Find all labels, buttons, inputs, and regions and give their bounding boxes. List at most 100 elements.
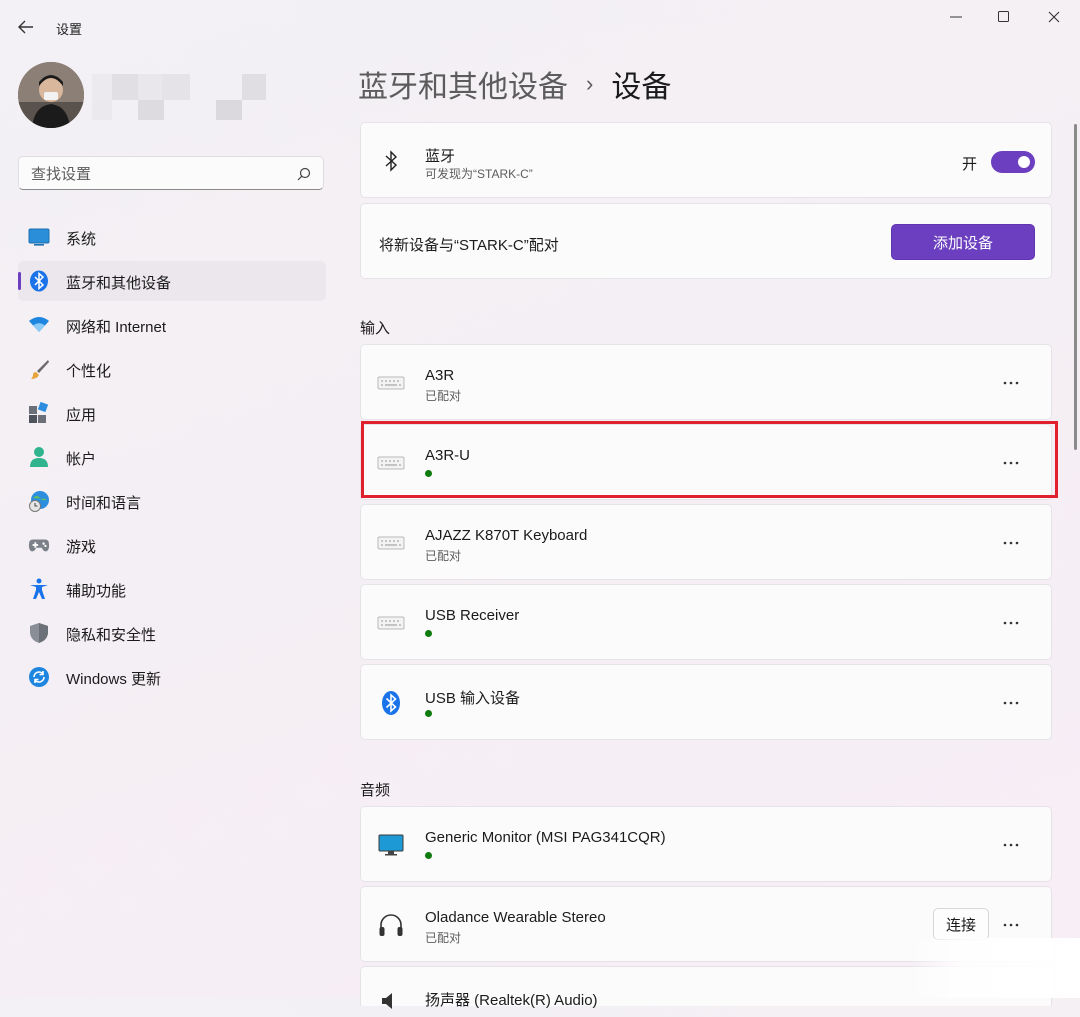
apps-icon [28,402,50,424]
sidebar-item-label: 辅助功能 [66,583,127,600]
corner-fade [910,938,1080,998]
bluetooth-subtitle: 可发现为“STARK-C” [425,167,533,181]
more-icon [1003,541,1019,545]
minimize-button[interactable] [932,0,980,34]
device-name: A3R [425,367,455,384]
device-name: A3R-U [425,447,471,464]
device-name: USB Receiver [425,607,520,624]
sidebar-item-label: 时间和语言 [66,495,142,512]
device-card-a3r[interactable]: A3R 已配对 [360,344,1052,420]
update-icon [28,666,50,688]
avatar[interactable] [18,62,84,128]
speaker-icon [375,985,407,1017]
maximize-icon [998,11,1009,22]
sidebar-item-label: 个性化 [66,363,112,380]
more-options-button[interactable] [999,451,1023,475]
maximize-button[interactable] [980,0,1028,34]
device-status: 已配对 [425,389,462,403]
more-icon [1003,923,1019,927]
account-icon [28,446,50,468]
more-options-button[interactable] [999,833,1023,857]
globe-clock-icon [28,490,50,512]
system-icon [28,226,50,248]
breadcrumb-parent[interactable]: 蓝牙和其他设备 [358,62,568,106]
more-icon [1003,843,1019,847]
device-name: 扬声器 (Realtek(R) Audio) [425,992,598,1009]
breadcrumb: 蓝牙和其他设备 › 设备 [358,60,671,108]
breadcrumb-separator: › [586,71,594,96]
sidebar-item-accessibility[interactable]: 辅助功能 [18,569,326,609]
more-icon [1003,381,1019,385]
sidebar-item-time-language[interactable]: 时间和语言 [18,481,326,521]
brush-icon [28,358,50,380]
wifi-icon [28,314,50,336]
device-card-ajazz[interactable]: AJAZZ K870T Keyboard 已配对 [360,504,1052,580]
more-icon [1003,461,1019,465]
sidebar-item-label: 帐户 [66,451,97,468]
sidebar-item-label: 应用 [66,407,97,424]
add-device-button[interactable]: 添加设备 [891,224,1035,260]
more-options-button[interactable] [999,611,1023,635]
device-card-a3r-u[interactable]: A3R-U [360,424,1052,500]
connected-status-dot [425,630,432,637]
more-options-button[interactable] [999,691,1023,715]
back-arrow-icon [18,20,33,34]
sidebar-item-label: 游戏 [66,539,97,556]
sidebar-item-privacy[interactable]: 隐私和安全性 [18,613,326,653]
keyboard-icon [375,367,407,399]
close-icon [1048,11,1060,23]
connect-button[interactable]: 连接 [933,908,989,940]
more-icon [1003,621,1019,625]
search-input[interactable] [29,157,293,191]
sidebar-item-label: 隐私和安全性 [66,627,157,644]
device-card-usb-input[interactable]: USB 输入设备 [360,664,1052,740]
device-name: AJAZZ K870T Keyboard [425,527,588,544]
sidebar-item-windows-update[interactable]: Windows 更新 [18,657,326,697]
more-options-button[interactable] [999,531,1023,555]
scrollbar-thumb[interactable] [1074,124,1077,450]
search-icon[interactable] [297,167,311,181]
sidebar-item-personalization[interactable]: 个性化 [18,349,326,389]
device-name: Generic Monitor (MSI PAG341CQR) [425,829,666,846]
app-title: 设置 [56,22,83,37]
device-card-generic-monitor[interactable]: Generic Monitor (MSI PAG341CQR) [360,806,1052,882]
bluetooth-title: 蓝牙 [425,148,456,165]
bluetooth-icon [375,687,407,719]
sidebar-item-bluetooth[interactable]: 蓝牙和其他设备 [18,261,326,301]
sidebar-item-label: 系统 [66,231,97,248]
sidebar-item-apps[interactable]: 应用 [18,393,326,433]
title-bar: 设置 [0,0,1080,40]
keyboard-icon [375,527,407,559]
close-button[interactable] [1030,0,1078,34]
pair-card: 将新设备与“STARK-C”配对 添加设备 [360,203,1052,279]
search-box[interactable] [18,156,324,191]
keyboard-icon [375,447,407,479]
connected-status-dot [425,710,432,717]
sidebar-item-system[interactable]: 系统 [18,217,326,257]
device-status: 已配对 [425,931,462,945]
sidebar-item-accounts[interactable]: 帐户 [18,437,326,477]
minimize-icon [950,16,962,18]
section-audio: 音频 [360,782,391,799]
toggle-knob [1018,156,1030,168]
bluetooth-card: 蓝牙 可发现为“STARK-C” 开 [360,122,1052,198]
back-button[interactable] [12,13,40,41]
accessibility-icon [28,578,50,600]
gamepad-icon [28,534,50,556]
sidebar-item-gaming[interactable]: 游戏 [18,525,326,565]
bluetooth-icon [375,145,407,177]
page-title: 设备 [611,71,672,104]
device-name: Oladance Wearable Stereo [425,909,606,926]
sidebar-item-network[interactable]: 网络和 Internet [18,305,326,345]
more-options-button[interactable] [999,913,1023,937]
bluetooth-toggle[interactable] [991,151,1035,173]
monitor-icon [375,829,407,861]
connected-status-dot [425,470,432,477]
sidebar-item-label: 蓝牙和其他设备 [66,275,172,292]
sidebar-item-label: Windows 更新 [66,671,162,688]
more-options-button[interactable] [999,371,1023,395]
device-name: USB 输入设备 [425,690,521,707]
toggle-state-label: 开 [961,156,977,173]
device-card-usb-receiver[interactable]: USB Receiver [360,584,1052,660]
pair-text: 将新设备与“STARK-C”配对 [379,237,559,254]
